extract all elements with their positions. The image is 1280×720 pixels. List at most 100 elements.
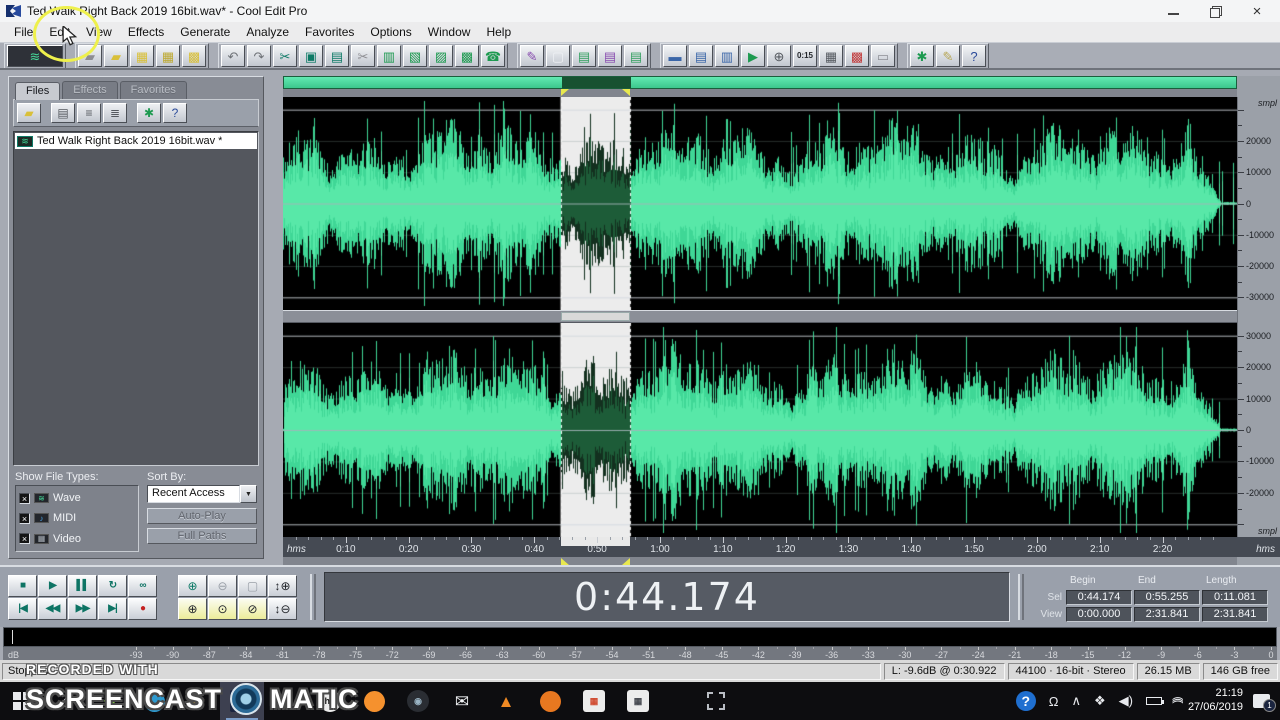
go-to-beginning-button[interactable]: |◀ <box>8 597 37 620</box>
pan-view-button[interactable]: ▢ <box>546 45 570 67</box>
tray-wifi-icon[interactable]: ))) <box>1171 695 1183 707</box>
taskbar-clock[interactable]: 21:19 27/06/2019 <box>1188 687 1243 715</box>
fast-forward-button[interactable]: ▶▶ <box>68 597 97 620</box>
level-meter[interactable] <box>3 627 1277 647</box>
tray-dropbox-icon[interactable]: ❖ <box>1094 693 1106 709</box>
copy-button[interactable]: ▤ <box>325 45 349 67</box>
menu-favorites[interactable]: Favorites <box>297 23 362 41</box>
dropdown-arrow-icon[interactable]: ▼ <box>240 485 257 503</box>
trim-button[interactable]: ▣ <box>299 45 323 67</box>
overview-scrollbar[interactable] <box>283 76 1237 89</box>
sort-by-value[interactable]: Recent Access <box>147 485 240 503</box>
taskbar-app-mediaplayer[interactable] <box>528 682 572 720</box>
cut-button[interactable]: ✂ <box>273 45 297 67</box>
spectral-view-button[interactable]: ✎ <box>520 45 544 67</box>
checkbox-video[interactable]: × <box>19 533 30 545</box>
organizer-window-button[interactable]: ▤ <box>689 45 713 67</box>
keyboard-window-button[interactable]: ▦ <box>819 45 843 67</box>
menu-options[interactable]: Options <box>362 23 419 41</box>
open-file-button[interactable]: ▰ <box>104 45 128 67</box>
timeline-ruler[interactable]: 0:10 0:20 0:30 0:40 0:50 1:00 1:10 1:20 1:30 1:40… <box>283 537 1280 557</box>
panel-sort-type-button[interactable]: ≡ <box>77 103 101 123</box>
zoom-to-selection-right-button[interactable]: ⊘ <box>238 597 267 620</box>
tab-favorites[interactable]: Favorites <box>119 81 187 99</box>
blank-window-button[interactable]: ▭ <box>871 45 895 67</box>
panel-sort-date-button[interactable]: ≣ <box>103 103 127 123</box>
selection-marker-strip-bottom[interactable] <box>283 557 1237 565</box>
wave-window-button[interactable]: ▬ <box>663 45 687 67</box>
tray-help-icon[interactable]: ? <box>1015 691 1036 711</box>
panel-open-file-button[interactable]: ▰ <box>17 103 41 123</box>
time-window-button[interactable]: 0:15 <box>793 45 817 67</box>
menu-file[interactable]: File <box>6 23 41 41</box>
panel-options-button[interactable]: ✱ <box>137 103 161 123</box>
selection-end-marker[interactable] <box>622 558 631 565</box>
menu-effects[interactable]: Effects <box>120 23 172 41</box>
panel-help-button[interactable]: ? <box>163 103 187 123</box>
help-button[interactable]: ? <box>962 45 986 67</box>
menu-window[interactable]: Window <box>420 23 479 41</box>
save-file-button[interactable]: ▦ <box>130 45 154 67</box>
toolbar-grip[interactable] <box>310 574 316 620</box>
file-list-item[interactable]: ≋ Ted Walk Right Back 2019 16bit.wav * <box>15 133 257 149</box>
session-view-button[interactable]: ▤ <box>624 45 648 67</box>
cue-list-button[interactable]: ☎ <box>481 45 505 67</box>
vertical-zoom-in-button[interactable]: ↕⊕ <box>268 574 297 597</box>
menu-generate[interactable]: Generate <box>172 23 238 41</box>
minimize-button[interactable] <box>1166 5 1180 17</box>
checkbox-wave[interactable]: × <box>19 492 30 504</box>
panel-sort-name-button[interactable]: ▤ <box>51 103 75 123</box>
sel-length-value[interactable]: 0:11.081 <box>1202 589 1268 605</box>
go-to-end-button[interactable]: ▶| <box>98 597 127 620</box>
tray-chevron-up-icon[interactable]: ∧ <box>1071 693 1081 709</box>
checkbox-midi[interactable]: × <box>19 512 30 524</box>
selection-start-marker[interactable] <box>560 558 569 565</box>
selection-start-marker[interactable] <box>560 89 569 96</box>
close-button[interactable]: × <box>1250 3 1264 20</box>
stop-button[interactable]: ■ <box>8 574 37 597</box>
play-looped-button[interactable]: ↻ <box>98 574 127 597</box>
multitrack-view-button[interactable]: ▤ <box>572 45 596 67</box>
rewind-button[interactable]: ◀◀ <box>38 597 67 620</box>
loop-button[interactable]: ∞ <box>128 574 157 597</box>
sel-end-value[interactable]: 0:55.255 <box>1134 589 1200 605</box>
waveform-left-channel[interactable] <box>283 97 1237 310</box>
redo-button[interactable]: ↷ <box>247 45 271 67</box>
toolbar-grip[interactable] <box>1018 574 1024 620</box>
auto-play-button[interactable]: Auto-Play <box>147 508 257 524</box>
taskbar-app-calculator[interactable]: ▦ <box>616 682 660 720</box>
sel-begin-value[interactable]: 0:44.174 <box>1066 589 1132 605</box>
vertical-zoom-out-button[interactable]: ↕⊖ <box>268 597 297 620</box>
tray-volume-icon[interactable]: ◀) <box>1119 693 1133 709</box>
current-time[interactable]: 0:44.174 <box>574 575 760 619</box>
tab-files[interactable]: Files <box>15 82 61 100</box>
new-file-button[interactable]: ▰ <box>78 45 102 67</box>
tab-effects[interactable]: Effects <box>62 81 118 99</box>
paste-to-new-button[interactable]: ▨ <box>429 45 453 67</box>
paste-button[interactable]: ▥ <box>377 45 401 67</box>
zoom-window-button[interactable]: ⊕ <box>767 45 791 67</box>
channel-divider[interactable] <box>283 310 1237 323</box>
taskbar-app-vlc[interactable]: ▲ <box>484 682 528 720</box>
tray-battery-icon[interactable] <box>1145 697 1164 705</box>
menu-analyze[interactable]: Analyze <box>238 23 297 41</box>
view-length-value[interactable]: 2:31.841 <box>1202 606 1268 622</box>
taskbar-app-store[interactable]: ▦ <box>572 682 616 720</box>
convert-sample-type-button[interactable]: ▩ <box>455 45 479 67</box>
zoom-to-selection-left-button[interactable]: ⊕ <box>178 597 207 620</box>
amplitude-ruler[interactable]: 20000 10000 0 -10000 -20000 -30000 smpl 30000 20… <box>1237 97 1280 537</box>
view-begin-value[interactable]: 0:00.000 <box>1066 606 1132 622</box>
waveform-view-toggle[interactable]: ≋ <box>7 45 63 67</box>
play-button[interactable]: ▶ <box>38 574 67 597</box>
selection-marker-strip-top[interactable] <box>283 89 1237 97</box>
record-button[interactable]: ● <box>128 597 157 620</box>
taskbar-app-select[interactable] <box>694 682 738 720</box>
zoom-full-button[interactable]: ▢ <box>238 574 267 597</box>
full-paths-button[interactable]: Full Paths <box>147 528 257 544</box>
save-all-button[interactable]: ▩ <box>182 45 206 67</box>
save-as-button[interactable]: ▦ <box>156 45 180 67</box>
undo-button[interactable]: ↶ <box>221 45 245 67</box>
pencil-tool-button[interactable]: ✎ <box>936 45 960 67</box>
menu-edit[interactable]: Edit <box>41 23 78 41</box>
taskbar-app-mail[interactable]: ✉ <box>440 682 484 720</box>
